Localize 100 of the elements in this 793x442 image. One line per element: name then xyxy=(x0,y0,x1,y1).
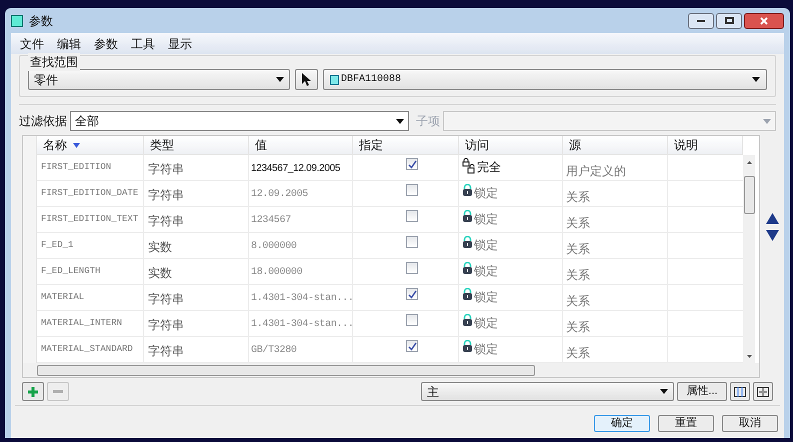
dialog-button[interactable]: 取消 xyxy=(722,415,778,432)
dropdown-caret-icon xyxy=(660,389,668,394)
checkbox[interactable] xyxy=(406,340,418,352)
move-down-icon[interactable] xyxy=(766,230,779,240)
app-icon xyxy=(11,14,23,26)
table-settings-button[interactable] xyxy=(753,382,773,401)
access-text: 锁定 xyxy=(474,315,498,332)
scroll-thumb[interactable] xyxy=(744,176,754,214)
scroll-down-icon[interactable] xyxy=(746,355,752,358)
table-cell: MATERIAL_STANDARD xyxy=(37,337,144,362)
scroll-up-icon[interactable] xyxy=(746,161,752,164)
properties-button[interactable]: 属性... xyxy=(677,382,727,401)
group-label: 查找范围 xyxy=(28,53,80,71)
close-icon xyxy=(760,16,768,24)
table-cell: 关系 xyxy=(563,285,668,310)
select-pointer-button[interactable] xyxy=(295,69,318,90)
table-cell: 关系 xyxy=(563,233,668,258)
column-header[interactable]: 类型 xyxy=(144,136,249,154)
table-cell: 字符串 xyxy=(144,311,249,336)
table-cell: 关系 xyxy=(563,311,668,336)
table-cell: 字符串 xyxy=(144,181,249,206)
table-arrows-icon xyxy=(757,386,769,396)
padlock-icon xyxy=(462,340,473,352)
menu-item[interactable]: 参数 xyxy=(94,34,118,52)
columns-button[interactable] xyxy=(730,382,750,401)
filter-dropdown[interactable]: 全部 xyxy=(70,111,409,131)
table-cell: F_ED_1 xyxy=(37,233,144,258)
checkbox[interactable] xyxy=(406,184,418,196)
dialog-button[interactable]: 确定 xyxy=(594,415,650,432)
minus-icon xyxy=(53,390,63,393)
checkbox[interactable] xyxy=(406,262,418,274)
table-cell: FIRST_EDITION_DATE xyxy=(37,181,144,206)
table-cell: FIRST_EDITION xyxy=(37,155,144,180)
maximize-button[interactable] xyxy=(716,12,742,28)
menu-item[interactable]: 工具 xyxy=(131,34,155,52)
table-cell: 用户定义的 xyxy=(563,155,668,180)
table-cell: F_ED_LENGTH xyxy=(37,259,144,284)
padlock-icon xyxy=(462,184,473,196)
close-button[interactable] xyxy=(744,12,784,28)
table-cell: 关系 xyxy=(563,259,668,284)
checkbox[interactable] xyxy=(406,158,418,170)
dropdown-caret-icon xyxy=(276,77,284,82)
column-header[interactable]: 源 xyxy=(563,136,668,154)
dropdown-caret-icon xyxy=(752,77,760,82)
table-cell: 字符串 xyxy=(144,155,249,180)
vertical-scrollbar[interactable] xyxy=(743,155,755,363)
table-cell: 字符串 xyxy=(144,207,249,232)
padlock-icon xyxy=(462,236,473,248)
dropdown-caret-icon xyxy=(763,118,771,124)
access-text: 锁定 xyxy=(474,341,498,358)
checkbox[interactable] xyxy=(406,288,418,300)
checkbox[interactable] xyxy=(406,314,418,326)
type-dropdown[interactable]: 零件 xyxy=(28,69,290,90)
table-cell: 关系 xyxy=(563,207,668,232)
part-icon xyxy=(330,74,339,84)
minimize-button[interactable] xyxy=(688,12,714,28)
table-cell: 实数 xyxy=(144,259,249,284)
padlock-icon xyxy=(462,288,473,300)
horizontal-scrollbar[interactable] xyxy=(23,363,760,377)
column-header[interactable]: 说明 xyxy=(668,136,743,154)
menu-item[interactable]: 编辑 xyxy=(57,34,81,52)
dropdown-caret-icon xyxy=(396,118,404,124)
access-text: 锁定 xyxy=(474,185,498,202)
padlock-icon xyxy=(462,210,473,222)
columns-icon xyxy=(734,386,746,396)
table-cell: 关系 xyxy=(563,337,668,362)
column-header[interactable]: 值 xyxy=(249,136,353,154)
scroll-thumb[interactable] xyxy=(37,364,535,376)
column-header[interactable]: 访问 xyxy=(459,136,563,154)
padlock-icon xyxy=(462,262,473,274)
menu-item[interactable]: 文件 xyxy=(20,34,44,52)
table-cell: MATERIAL_INTERN xyxy=(37,311,144,336)
table-cell: 实数 xyxy=(144,233,249,258)
access-text: 锁定 xyxy=(474,237,498,254)
plus-icon xyxy=(28,386,38,396)
access-text: 完全 xyxy=(477,159,501,176)
checkbox[interactable] xyxy=(406,210,418,222)
column-header[interactable]: 名称 xyxy=(37,136,144,154)
padlock-icon xyxy=(462,314,473,326)
lock-pair-icon xyxy=(462,158,476,174)
table-cell: 字符串 xyxy=(144,285,249,310)
dialog-button[interactable]: 重置 xyxy=(658,415,714,432)
menu-item[interactable]: 显示 xyxy=(168,34,192,52)
filter-label: 过滤依据 xyxy=(19,113,67,130)
cursor-icon xyxy=(302,73,311,86)
access-text: 锁定 xyxy=(474,289,498,306)
table-cell: FIRST_EDITION_TEXT xyxy=(37,207,144,232)
column-header[interactable]: 指定 xyxy=(353,136,459,154)
move-up-icon[interactable] xyxy=(766,212,779,224)
table-cell: MATERIAL xyxy=(37,285,144,310)
model-dropdown[interactable]: DBFA110088 xyxy=(323,69,767,90)
access-text: 锁定 xyxy=(474,263,498,280)
add-button[interactable] xyxy=(22,382,44,401)
table-cell: 关系 xyxy=(563,181,668,206)
sort-icon xyxy=(73,142,80,148)
table-cell[interactable]: 1234567_12.09.2005 xyxy=(249,155,353,180)
view-dropdown[interactable]: 主 xyxy=(421,382,674,401)
checkbox[interactable] xyxy=(406,236,418,248)
table-cell: 字符串 xyxy=(144,337,249,362)
access-text: 锁定 xyxy=(474,211,498,228)
